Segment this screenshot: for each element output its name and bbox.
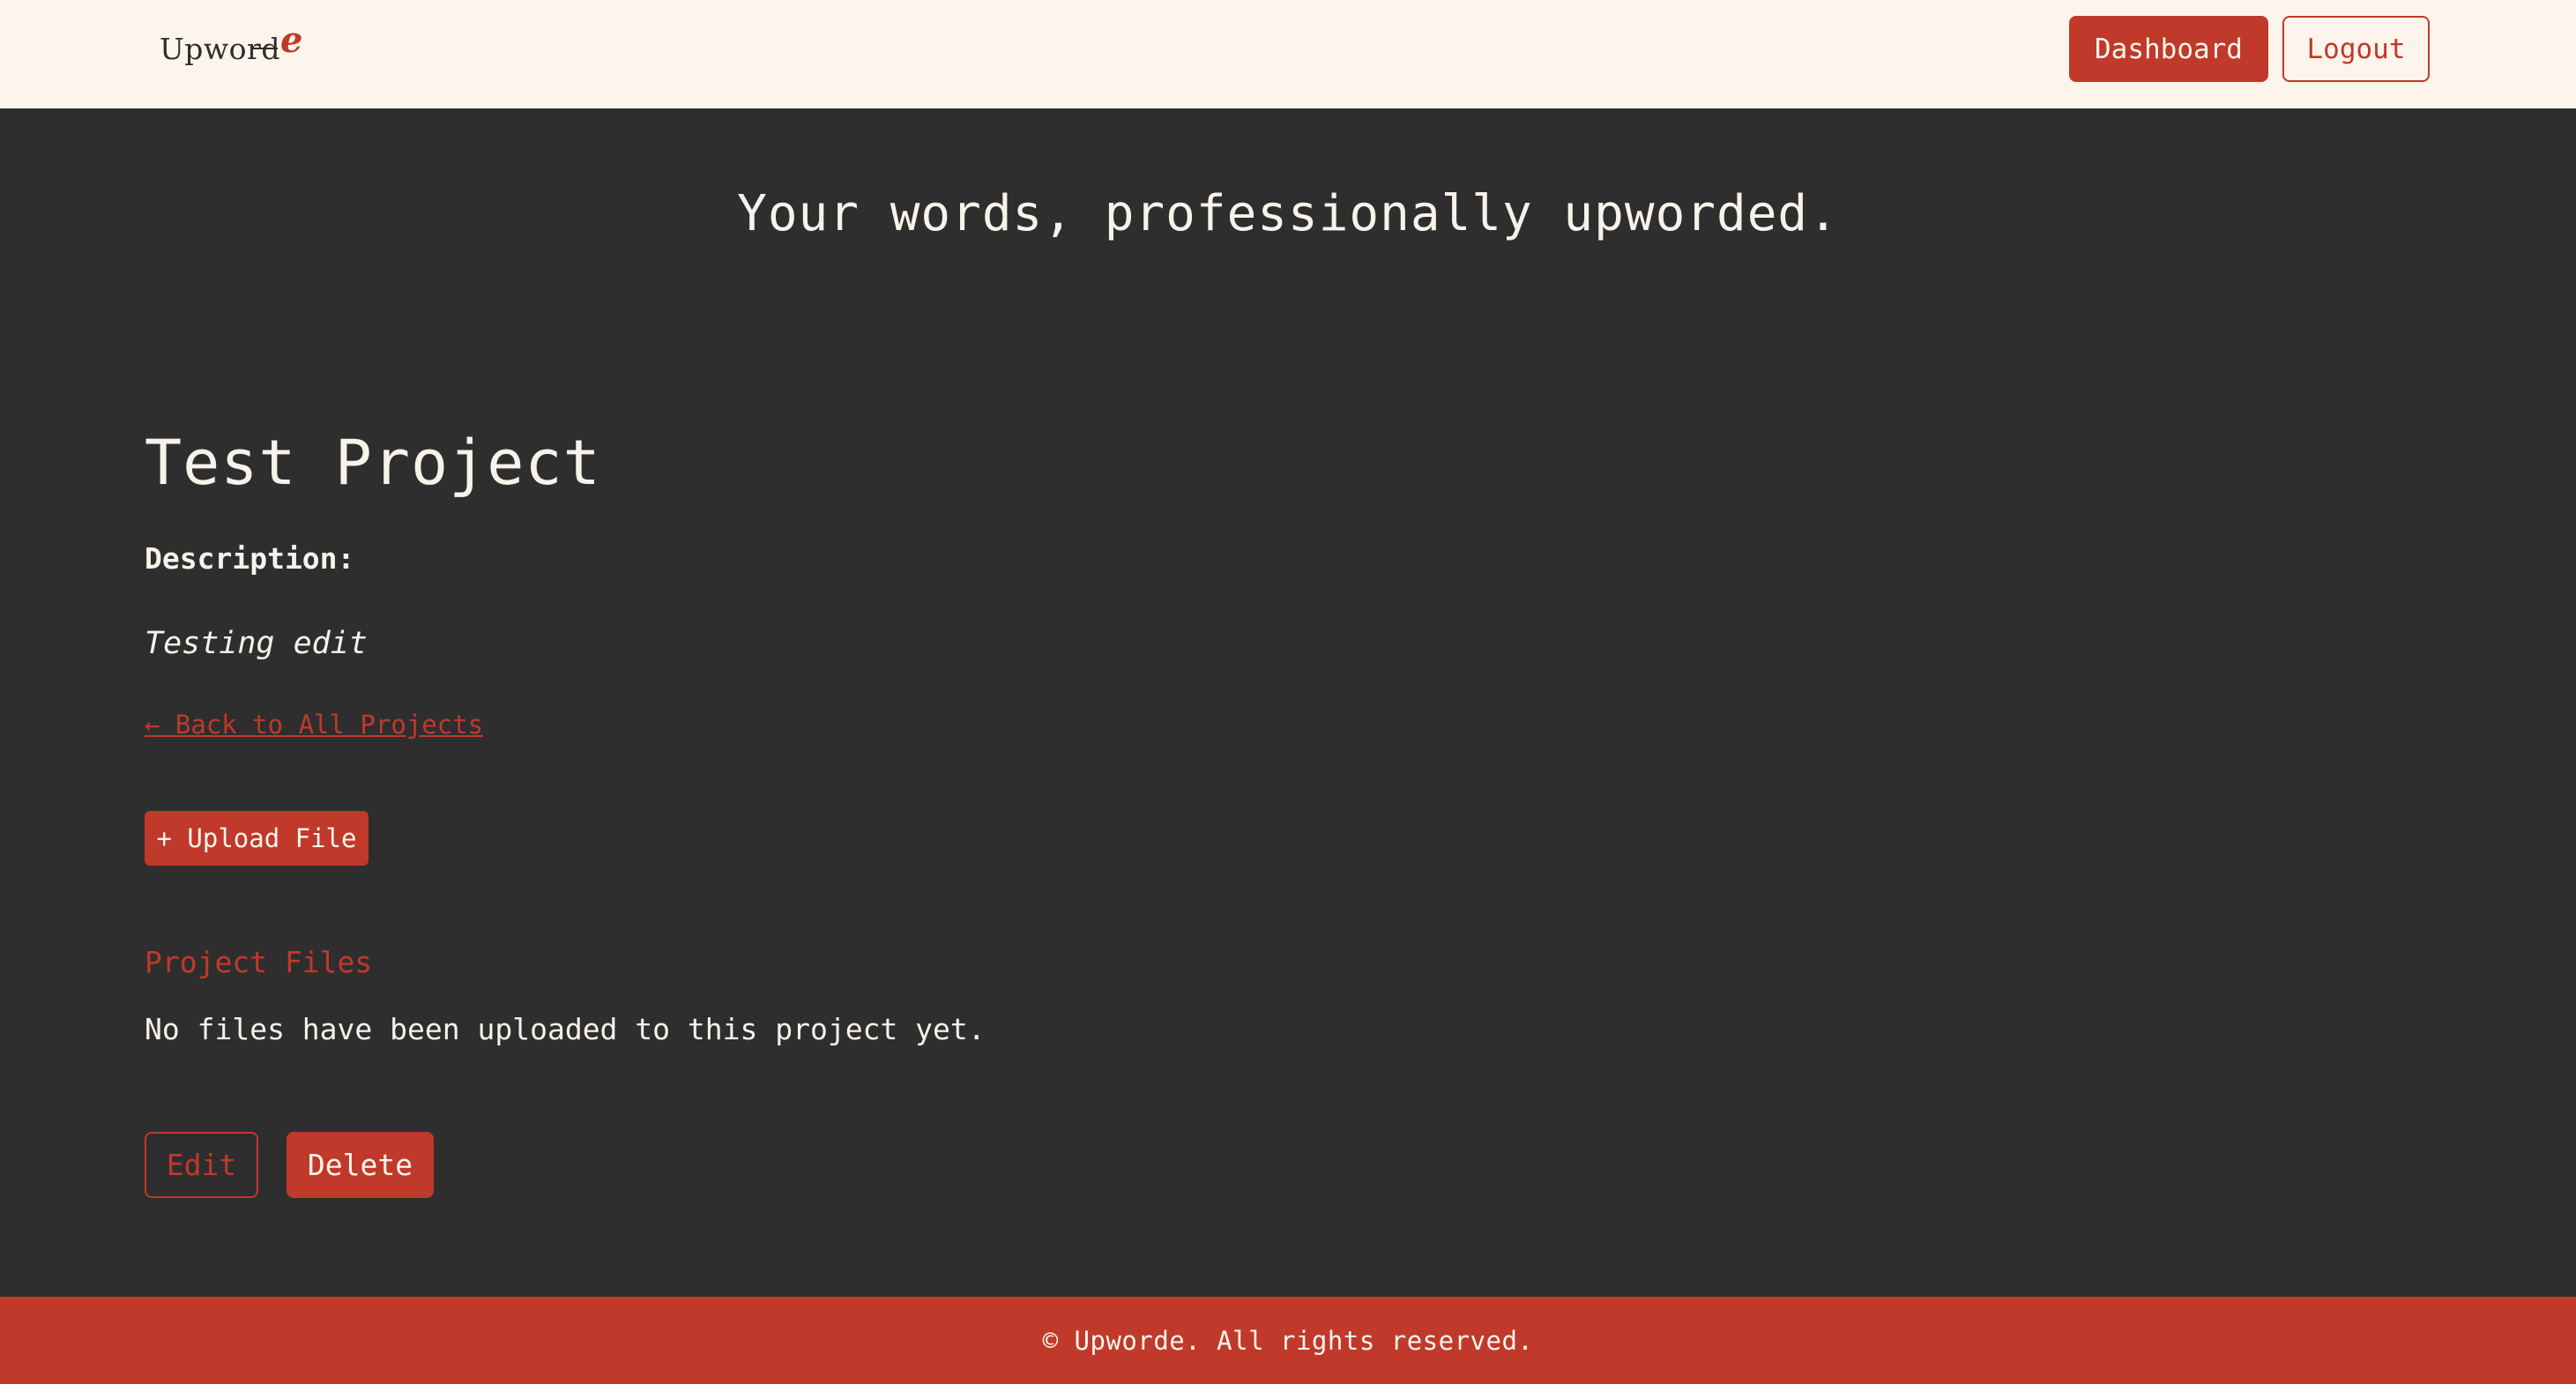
project-title: Test Project xyxy=(145,427,601,499)
project-files-heading: Project Files xyxy=(145,945,373,979)
delete-button[interactable]: Delete xyxy=(287,1132,434,1198)
logo-strike-decoration xyxy=(253,48,278,49)
project-detail: Test Project Description: Testing edit ←… xyxy=(145,423,2349,1198)
description-text: Testing edit xyxy=(145,626,368,661)
top-nav: Dashboard Logout xyxy=(2069,16,2430,82)
site-footer: © Upworde. All rights reserved. xyxy=(0,1297,2576,1384)
project-actions: Edit Delete xyxy=(145,1132,2349,1198)
description-label: Description: xyxy=(145,541,355,576)
logout-button[interactable]: Logout xyxy=(2282,16,2430,82)
logo-accent: e xyxy=(279,19,303,61)
files-empty-message: No files have been uploaded to this proj… xyxy=(145,1012,986,1046)
site-header: Upword e Dashboard Logout xyxy=(0,0,2576,108)
dashboard-button[interactable]: Dashboard xyxy=(2069,16,2268,82)
footer-copyright: © Upworde. All rights reserved. xyxy=(1042,1325,1534,1356)
edit-button[interactable]: Edit xyxy=(145,1132,258,1198)
back-to-projects-link[interactable]: ← Back to All Projects xyxy=(145,709,483,740)
logo[interactable]: Upword e xyxy=(160,19,302,68)
upload-file-button[interactable]: + Upload File xyxy=(145,811,369,866)
hero-tagline: Your words, professionally upworded. xyxy=(737,185,1839,242)
upload-section: + Upload File xyxy=(145,811,2349,866)
